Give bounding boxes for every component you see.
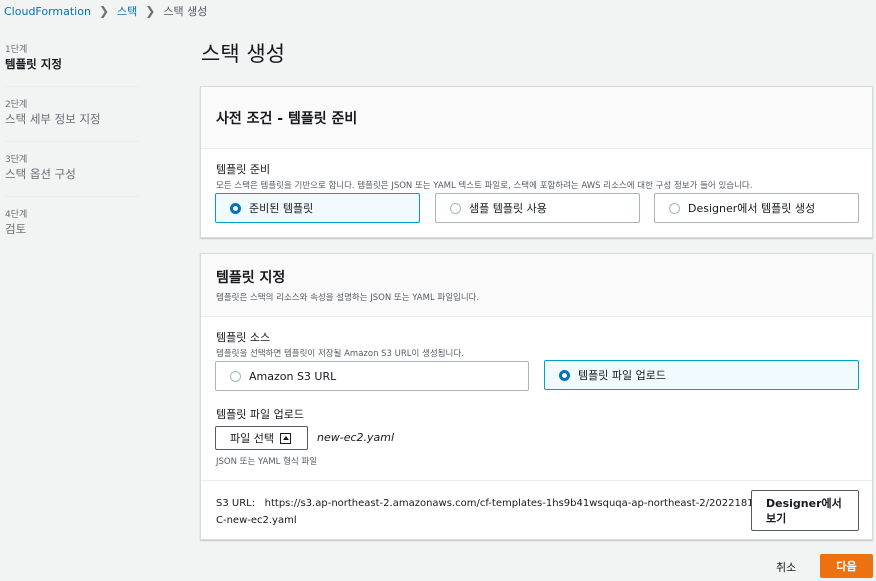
cancel-button[interactable]: 취소	[776, 559, 796, 575]
radio-icon	[450, 202, 461, 214]
upload-icon	[279, 432, 291, 444]
page-title: 스택 생성	[201, 42, 285, 66]
chevron-right-icon: ❯	[98, 4, 110, 18]
s3-url-line: S3 URL: https://s3.ap-northeast-2.amazon…	[216, 498, 767, 509]
breadcrumb: CloudFormation ❯ 스택 ❯ 스택 생성	[4, 3, 207, 19]
template-prepare-desc: 모든 스택은 템플릿을 기반으로 합니다. 템플릿은 JSON 또는 YAML …	[216, 181, 753, 191]
option-sample-template[interactable]: 샘플 템플릿 사용	[435, 193, 640, 223]
prereq-panel-title: 사전 조건 - 템플릿 준비	[216, 110, 358, 127]
template-spec-desc: 템플릿은 스택의 리소스와 속성을 설명하는 JSON 또는 YAML 파일입니…	[216, 293, 480, 303]
option-label: Designer에서 템플릿 생성	[688, 202, 816, 215]
step-label: 템플릿 지정	[5, 57, 62, 71]
template-spec-header: 템플릿 지정 템플릿은 스택의 리소스와 속성을 설명하는 JSON 또는 YA…	[201, 254, 872, 317]
prereq-panel-header: 사전 조건 - 템플릿 준비	[201, 87, 872, 149]
step-2: 2단계 스택 세부 정보 지정	[5, 99, 139, 142]
template-source-desc: 템플릿을 선택하면 템플릿이 저장될 Amazon S3 URL이 생성됩니다.	[216, 349, 464, 359]
option-amazon-s3-url[interactable]: Amazon S3 URL	[215, 361, 529, 391]
view-in-designer-button[interactable]: Designer에서 보기	[751, 490, 859, 531]
s3-url-line: C-new-ec2.yaml	[216, 515, 297, 526]
radio-selected-icon	[559, 369, 570, 381]
option-template-ready[interactable]: 준비된 템플릿	[215, 193, 420, 223]
radio-selected-icon	[230, 202, 241, 214]
step-1: 1단계 템플릿 지정	[5, 44, 139, 87]
template-spec-title: 템플릿 지정	[216, 270, 286, 286]
designer-button-label: 보기	[766, 511, 787, 525]
prereq-panel: 사전 조건 - 템플릿 준비 템플릿 준비 모든 스택은 템플릿을 기반으로 합…	[200, 86, 873, 238]
step-3: 3단계 스택 옵션 구성	[5, 154, 139, 197]
option-designer[interactable]: Designer에서 템플릿 생성	[654, 193, 859, 223]
template-prepare-label: 템플릿 준비	[216, 163, 271, 176]
option-label: 준비된 템플릿	[249, 202, 314, 215]
prereq-field: 템플릿 준비 모든 스택은 템플릿을 기반으로 합니다. 템플릿은 JSON 또…	[216, 161, 752, 191]
template-source-label: 템플릿 소스	[216, 331, 271, 344]
template-source-field: 템플릿 소스 템플릿을 선택하면 템플릿이 저장될 Amazon S3 URL이…	[216, 329, 464, 359]
radio-icon	[230, 370, 241, 382]
breadcrumb-stacks-link[interactable]: 스택	[117, 3, 137, 19]
s3-url-text: S3 URL: https://s3.ap-northeast-2.amazon…	[216, 495, 767, 529]
option-upload-template-file[interactable]: 템플릿 파일 업로드	[544, 360, 859, 390]
choose-file-button[interactable]: 파일 선택	[215, 426, 308, 450]
next-button[interactable]: 다음	[820, 554, 873, 578]
designer-button-label: Designer에서	[766, 496, 842, 510]
option-label: Amazon S3 URL	[249, 369, 337, 383]
file-format-hint: JSON 또는 YAML 형식 파일	[216, 457, 318, 467]
step-4: 4단계 검토	[5, 209, 139, 251]
breadcrumb-current: 스택 생성	[163, 5, 208, 18]
step-number: 2단계	[5, 100, 28, 110]
template-spec-panel: 템플릿 지정 템플릿은 스택의 리소스와 속성을 설명하는 JSON 또는 YA…	[200, 253, 873, 540]
divider	[201, 480, 872, 481]
step-label: 스택 옵션 구성	[5, 167, 76, 181]
upload-file-label: 템플릿 파일 업로드	[216, 408, 304, 421]
step-label: 스택 세부 정보 지정	[5, 112, 101, 126]
option-label: 샘플 템플릿 사용	[469, 202, 547, 215]
step-number: 1단계	[5, 45, 28, 55]
wizard-steps: 1단계 템플릿 지정 2단계 스택 세부 정보 지정 3단계 스택 옵션 구성 …	[5, 44, 139, 263]
option-label: 템플릿 파일 업로드	[578, 369, 666, 382]
step-number: 4단계	[5, 210, 28, 220]
breadcrumb-cloudformation-link[interactable]: CloudFormation	[4, 5, 91, 18]
choose-file-label: 파일 선택	[230, 432, 274, 445]
step-label: 검토	[5, 222, 27, 236]
radio-icon	[669, 202, 680, 214]
step-number: 3단계	[5, 155, 28, 165]
chevron-right-icon: ❯	[145, 4, 156, 18]
selected-file-name: new-ec2.yaml	[317, 431, 395, 444]
